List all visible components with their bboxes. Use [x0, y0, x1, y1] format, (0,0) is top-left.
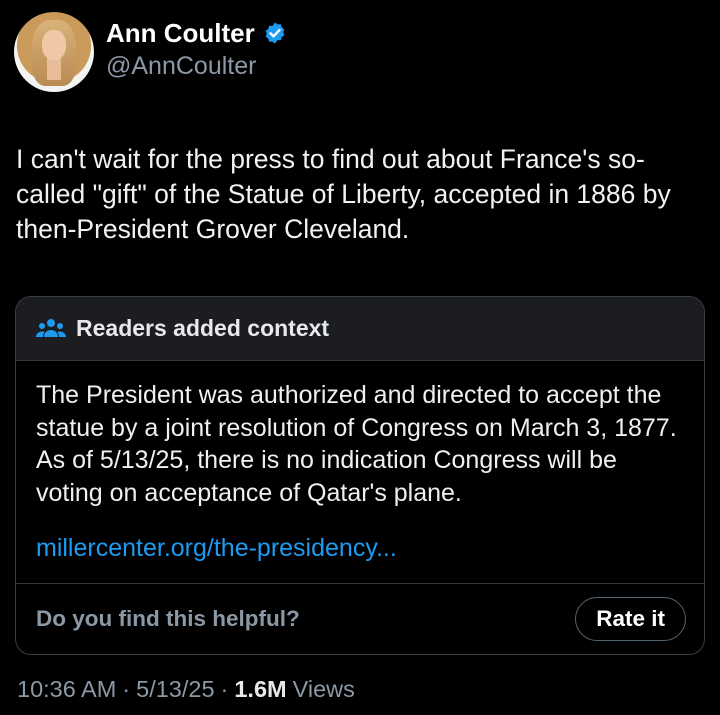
- name-row: Ann Coulter: [106, 18, 287, 48]
- community-note-title: Readers added context: [76, 315, 330, 341]
- community-note-text: The President was authorized and directe…: [36, 381, 677, 507]
- tweet-date[interactable]: 5/13/25: [136, 676, 214, 703]
- tweet-text: I can't wait for the press to find out a…: [16, 144, 671, 244]
- author-handle[interactable]: @AnnCoulter: [106, 50, 287, 82]
- rate-it-button[interactable]: Rate it: [575, 597, 686, 641]
- views-label[interactable]: Views: [293, 676, 355, 703]
- people-icon: [36, 318, 66, 337]
- tweet-time[interactable]: 10:36 AM: [17, 676, 116, 703]
- author-names: Ann Coulter @AnnCoulter: [106, 18, 287, 82]
- community-note-header: Readers added context: [16, 297, 704, 361]
- display-name[interactable]: Ann Coulter: [106, 18, 255, 48]
- community-note-footer: Do you find this helpful? Rate it: [16, 583, 704, 654]
- avatar-face: [42, 30, 66, 60]
- tweet-meta: 10:36 AM · 5/13/25 · 1.6M Views: [17, 676, 355, 703]
- views-count[interactable]: 1.6M: [234, 676, 286, 703]
- verified-badge-icon[interactable]: [263, 21, 287, 45]
- tweet-header: Ann Coulter @AnnCoulter: [14, 12, 287, 92]
- avatar[interactable]: [14, 12, 94, 92]
- community-note-source-link[interactable]: millercenter.org/the-presidency...: [36, 532, 684, 564]
- avatar-neck: [47, 58, 61, 80]
- community-note-body: The President was authorized and directe…: [16, 361, 704, 564]
- helpful-question: Do you find this helpful?: [36, 606, 300, 631]
- meta-separator: ·: [122, 676, 131, 702]
- community-note: Readers added context The President was …: [15, 296, 705, 655]
- meta-separator: ·: [220, 676, 229, 702]
